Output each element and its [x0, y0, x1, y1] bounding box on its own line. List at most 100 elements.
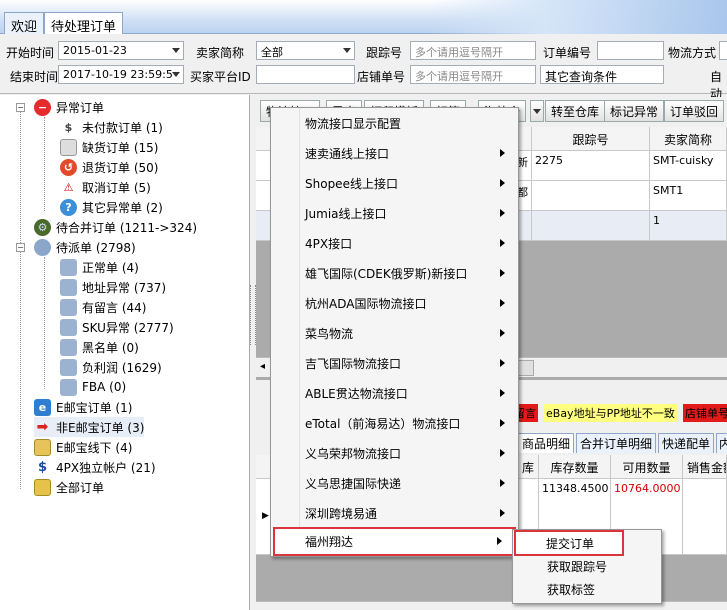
menu-item-hangzhou-ada[interactable]: 杭州ADA国际物流接口 [272, 288, 517, 318]
menu-item-jifei[interactable]: 吉飞国际物流接口 [272, 348, 517, 378]
menu-item-label: 提交订单 [546, 536, 595, 551]
tab-product-detail[interactable]: 商品明细 [518, 433, 575, 453]
chevron-down-icon [172, 48, 180, 53]
order-category-tree: − − 异常订单 $ 未付款订单 (1) 缺货订单 (15) ↺ 退货订单 (50) … [0, 95, 250, 610]
scrollbar-thumb[interactable] [518, 360, 534, 376]
tree-line [44, 257, 45, 389]
tab-welcome[interactable]: 欢迎 [4, 12, 45, 35]
submenu-item-submit-order[interactable]: 提交订单 [514, 530, 624, 556]
order-no-input[interactable] [597, 41, 664, 60]
tree-item-abnormal[interactable]: − 异常订单 [34, 97, 104, 117]
submenu-item-get-label[interactable]: 获取标签 [514, 577, 660, 601]
chevron-right-icon [497, 537, 502, 545]
menu-item-etotal[interactable]: eTotal（前海易达）物流接口 [272, 408, 517, 438]
tree-item-blacklist[interactable]: 黑名单 (0) [60, 337, 139, 357]
cell-sales[interactable] [683, 479, 727, 555]
tree-item-returned[interactable]: ↺ 退货订单 (50) [60, 157, 158, 177]
fuzhou-xiangda-submenu: 提交订单 获取跟踪号 获取标签 [512, 529, 662, 604]
tree-item-ebay-order[interactable]: e E邮宝订单 (1) [34, 397, 132, 417]
dropdown-arrow-button[interactable] [530, 100, 544, 122]
start-time-label: 开始时间 [6, 46, 55, 60]
seller-select[interactable]: 全部 [256, 41, 355, 60]
tree-item-sku-abnormal[interactable]: SKU异常 (2777) [60, 317, 174, 337]
tab-merge-detail[interactable]: 合并订单明细 [576, 433, 657, 453]
ie-icon: e [34, 398, 51, 416]
submenu-item-get-tracking[interactable]: 获取跟踪号 [514, 554, 660, 578]
menu-item-shopee[interactable]: Shopee线上接口 [272, 168, 517, 198]
menu-item-aliexpress[interactable]: 速卖通线上接口 [272, 138, 517, 168]
collapse-toggle[interactable]: − [16, 243, 25, 252]
collapse-toggle[interactable]: − [16, 103, 25, 112]
buyer-id-input[interactable] [256, 65, 355, 84]
package-icon [34, 478, 51, 496]
tree-item-unpaid[interactable]: $ 未付款订单 (1) [60, 117, 163, 137]
tree-item-address-abnormal[interactable]: 地址异常 (737) [60, 277, 166, 297]
menu-item-4px[interactable]: 4PX接口 [272, 228, 517, 258]
chevron-down-icon [343, 48, 351, 53]
tree-item-non-ebay[interactable]: ➡ 非E邮宝订单 (3) [34, 417, 145, 437]
tree-item-has-note[interactable]: 有留言 (44) [60, 297, 146, 317]
tree-item-label: 其它异常单 (2) [82, 200, 163, 215]
tree-item-label: 取消订单 (5) [82, 180, 151, 195]
tab-more[interactable]: 内 [716, 433, 727, 453]
warning-icon: ⚠ [63, 180, 74, 194]
cell-tracking[interactable] [532, 211, 650, 241]
menu-item-shenzhen-kuajing[interactable]: 深圳跨境易通 [272, 498, 517, 528]
tree-item-label: 正常单 (4) [82, 260, 139, 275]
tab-express-match[interactable]: 快递配单 [658, 433, 715, 453]
menu-item-display-config[interactable]: 物流接口显示配置 [272, 108, 517, 138]
cell-tracking[interactable] [532, 181, 650, 211]
warning-badge-store-order: 店铺单号 [683, 404, 727, 422]
menu-item-fuzhou-xiangda[interactable]: 福州翔达 [273, 527, 516, 556]
tree-item-to-dispatch[interactable]: 待派单 (2798) [34, 237, 136, 257]
tracking-input[interactable]: 多个请用逗号隔开 [410, 41, 536, 60]
tree-item-normal[interactable]: 正常单 (4) [60, 257, 139, 277]
tree-item-label: 有留言 (44) [82, 300, 147, 315]
cell-tracking[interactable]: 2275 [532, 151, 650, 181]
seller-label: 卖家简称 [196, 46, 245, 60]
tree-item-other-abnormal[interactable]: ? 其它异常单 (2) [60, 197, 163, 217]
start-time-input[interactable]: 2015-01-23 [58, 41, 184, 60]
tree-item-all-orders[interactable]: 全部订单 [34, 477, 104, 497]
other-conditions-button[interactable]: 其它查询条件 [540, 65, 664, 84]
menu-item-yiwu-rongbang[interactable]: 义乌荣邦物流接口 [272, 438, 517, 468]
col-header-sales[interactable]: 销售金额 [683, 455, 727, 479]
col-header-available[interactable]: 可用数量 [611, 455, 683, 479]
tree-item-label: 异常订单 [56, 100, 105, 115]
end-time-input[interactable]: 2017-10-19 23:59:5 [58, 65, 184, 84]
reject-order-button[interactable]: 订单驳回 [664, 100, 725, 122]
transfer-warehouse-button[interactable]: 转至仓库 [545, 100, 606, 122]
menu-item-cainiao[interactable]: 菜鸟物流 [272, 318, 517, 348]
col-header-stock[interactable]: 库存数量 [539, 455, 611, 479]
menu-item-label: eTotal（前海易达）物流接口 [305, 416, 461, 431]
tree-item-shortage[interactable]: 缺货订单 (15) [60, 137, 158, 157]
tab-pending-orders[interactable]: 待处理订单 [44, 12, 124, 35]
tree-item-ebay-offline[interactable]: E邮宝线下 (4) [34, 437, 132, 457]
tabbar-decoration [430, 0, 727, 34]
store-order-input[interactable]: 多个请用逗号隔开 [410, 65, 536, 84]
tree-item-4px-account[interactable]: $4PX独立帐户 (21) [34, 457, 156, 477]
tree-item-to-merge[interactable]: ⚙ 待合并订单 (1211->324) [34, 217, 197, 237]
no-entry-icon: − [34, 98, 51, 116]
menu-item-jumia[interactable]: Jumia线上接口 [272, 198, 517, 228]
menu-item-yiwu-sijie[interactable]: 义乌思捷国际快递 [272, 468, 517, 498]
menu-item-label: 义乌思捷国际快递 [305, 476, 402, 491]
user-icon [60, 278, 77, 296]
col-header-tracking[interactable]: 跟踪号 [532, 127, 650, 151]
cell-seller[interactable]: SMT1 [650, 181, 727, 211]
mark-abnormal-button[interactable]: 标记异常 [604, 100, 665, 122]
menu-item-able[interactable]: ABLE贯达物流接口 [272, 378, 517, 408]
envelope-icon [34, 438, 51, 456]
menu-item-label: 杭州ADA国际物流接口 [305, 296, 427, 311]
cell-seller[interactable]: SMT-cuisky [650, 151, 727, 181]
cell-seller[interactable]: 1 [650, 211, 727, 241]
tree-item-cancelled[interactable]: ⚠ 取消订单 (5) [60, 177, 151, 197]
tree-item-negative-profit[interactable]: 负利润 (1629) [60, 357, 162, 377]
menu-item-label: 吉飞国际物流接口 [305, 356, 402, 371]
shipping-select[interactable] [719, 41, 727, 60]
tree-item-fba[interactable]: FBA (0) [60, 377, 126, 397]
col-header-seller[interactable]: 卖家简称 [650, 127, 727, 151]
tree-item-label: 缺货订单 (15) [82, 140, 159, 155]
chevron-right-icon [500, 329, 505, 337]
menu-item-cdek[interactable]: 雄飞国际(CDEK俄罗斯)新接口 [272, 258, 517, 288]
